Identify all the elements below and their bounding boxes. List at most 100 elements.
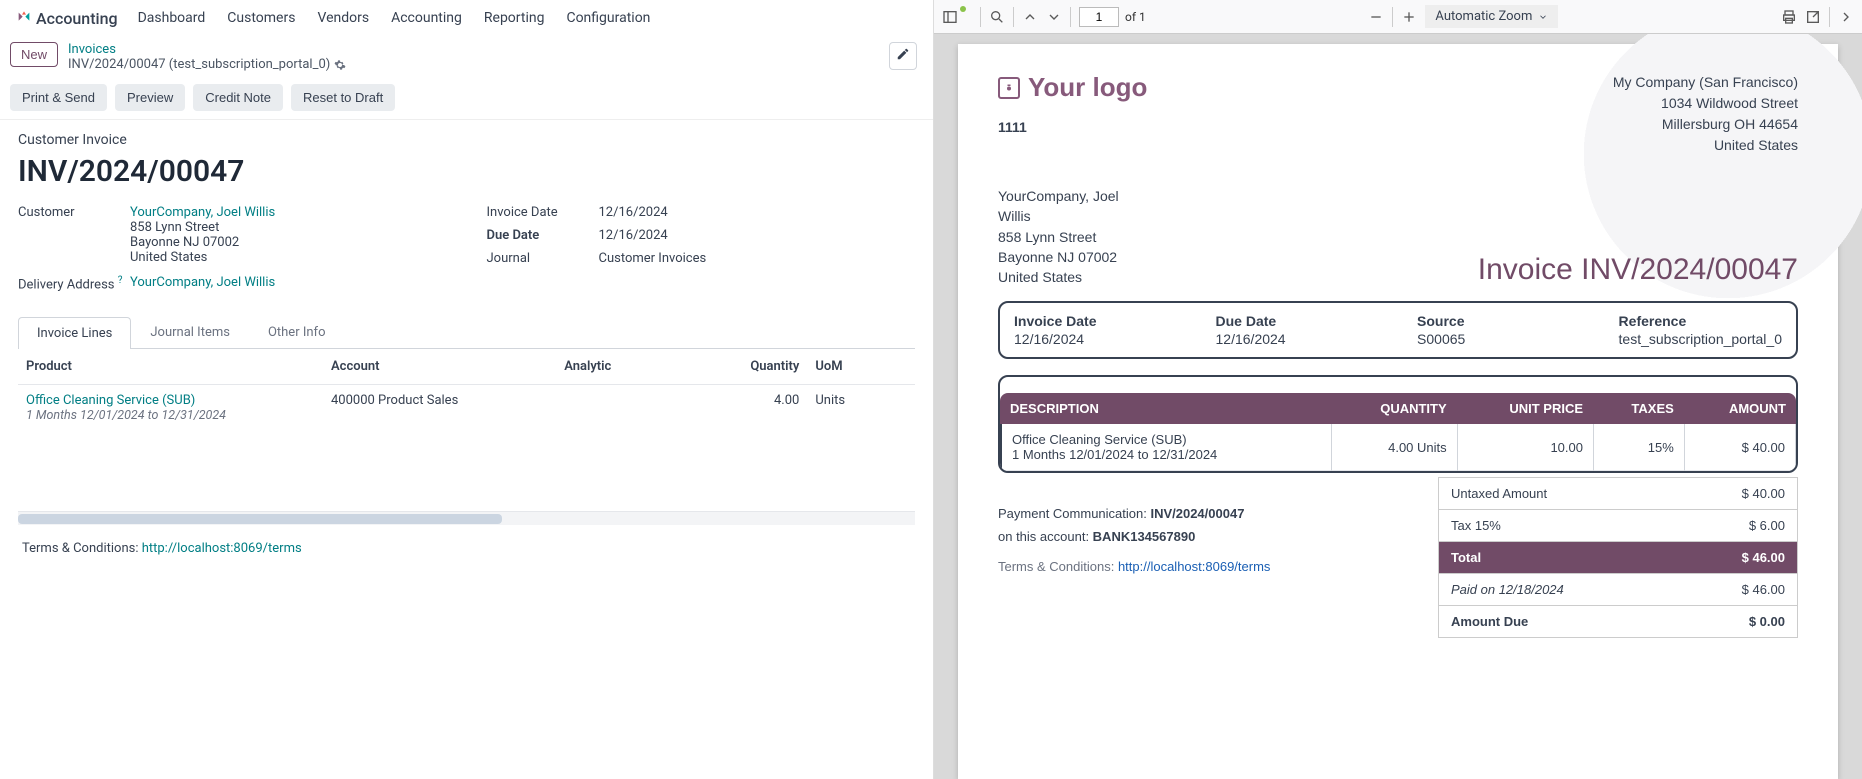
terms-link[interactable]: http://localhost:8069/terms <box>142 541 302 556</box>
chevron-down-icon <box>1538 12 1548 22</box>
page-count-label: of 1 <box>1125 10 1146 24</box>
paid-value: $ 46.00 <box>1742 582 1785 597</box>
search-icon[interactable] <box>989 9 1005 25</box>
breadcrumb: Invoices INV/2024/00047 (test_subscripti… <box>68 42 346 72</box>
tax-value: $ 6.00 <box>1749 518 1785 533</box>
bill-line: YourCompany, Joel <box>998 186 1119 206</box>
customer-link[interactable]: YourCompany, Joel Willis <box>130 205 275 220</box>
breadcrumb-current: INV/2024/00047 (test_subscription_portal… <box>68 57 346 72</box>
info-reference-label: Reference <box>1619 313 1782 329</box>
due-date-label: Due Date <box>487 228 599 243</box>
terms-row: Terms & Conditions: http://localhost:806… <box>18 525 915 572</box>
line-description: 1 Months 12/01/2024 to 12/31/2024 <box>26 408 315 423</box>
terms-label: Terms & Conditions: <box>22 541 142 556</box>
tab-journal-items[interactable]: Journal Items <box>131 316 249 348</box>
doc-title: INV/2024/00047 <box>18 154 915 189</box>
help-icon[interactable]: ? <box>118 275 123 286</box>
pdf-terms: Terms & Conditions: http://localhost:806… <box>998 556 1418 578</box>
open-external-icon[interactable] <box>1805 9 1821 25</box>
line-uom: Units <box>807 385 915 432</box>
table-row[interactable]: Office Cleaning Service (SUB) 1 Months 1… <box>18 385 915 432</box>
pdf-line-table: DESCRIPTION QUANTITY UNIT PRICE TAXES AM… <box>1000 393 1796 471</box>
paycomm-label: Payment Communication: <box>998 506 1150 521</box>
next-page-icon[interactable] <box>1046 9 1062 25</box>
pdf-logo-text: Your logo <box>1028 72 1147 103</box>
zoom-in-icon[interactable] <box>1401 9 1417 25</box>
print-icon[interactable] <box>1781 9 1797 25</box>
app-title: Accounting <box>36 9 118 28</box>
info-invoice-date-value: 12/16/2024 <box>1014 331 1156 347</box>
info-due-date-label: Due Date <box>1216 313 1358 329</box>
nav-accounting[interactable]: Accounting <box>391 10 462 26</box>
new-button[interactable]: New <box>10 42 58 67</box>
pdf-terms-link[interactable]: http://localhost:8069/terms <box>1118 559 1270 574</box>
pdf-line-product: Office Cleaning Service (SUB) <box>1012 432 1321 447</box>
print-send-button[interactable]: Print & Send <box>10 84 107 111</box>
col-quantity[interactable]: Quantity <box>700 349 808 385</box>
tab-invoice-lines[interactable]: Invoice Lines <box>18 317 131 349</box>
pdf-viewport[interactable]: Your logo 1111 My Company (San Francisco… <box>934 34 1862 779</box>
preview-button[interactable]: Preview <box>115 84 185 111</box>
pdf-line-price: 10.00 <box>1457 424 1593 471</box>
nav-customers[interactable]: Customers <box>227 10 295 26</box>
amount-due-value: $ 0.00 <box>1749 614 1785 629</box>
nav-dashboard[interactable]: Dashboard <box>138 10 206 26</box>
info-reference-value: test_subscription_portal_0 <box>1619 331 1782 347</box>
pdf-col-taxes: TAXES <box>1593 393 1684 424</box>
pdf-line-qty: 4.00 Units <box>1331 424 1457 471</box>
col-analytic[interactable]: Analytic <box>556 349 700 385</box>
delivery-link[interactable]: YourCompany, Joel Willis <box>130 275 275 290</box>
edit-button[interactable] <box>889 42 917 70</box>
line-product-link[interactable]: Office Cleaning Service (SUB) <box>26 393 315 408</box>
onaccount-value: BANK134567890 <box>1093 529 1196 544</box>
breadcrumb-link-invoices[interactable]: Invoices <box>68 42 346 57</box>
nav-reporting[interactable]: Reporting <box>484 10 545 26</box>
col-uom[interactable]: UoM <box>807 349 915 385</box>
notification-dot <box>960 6 966 12</box>
bill-line: 858 Lynn Street <box>998 227 1119 247</box>
app-logo[interactable]: Accounting <box>16 9 118 28</box>
horizontal-scrollbar[interactable] <box>18 511 915 525</box>
sidebar-toggle-icon[interactable] <box>942 9 958 25</box>
invoice-date-value: 12/16/2024 <box>599 205 668 220</box>
zoom-select[interactable]: Automatic Zoom <box>1425 5 1558 28</box>
delivery-label: Delivery Address ? <box>18 275 130 292</box>
pdf-col-amount: AMOUNT <box>1684 393 1796 424</box>
gear-icon[interactable] <box>334 59 346 71</box>
pdf-payment-info: Payment Communication: INV/2024/00047 on… <box>998 477 1418 638</box>
form-sheet: Customer Invoice INV/2024/00047 Customer… <box>0 119 933 779</box>
invoice-date-label: Invoice Date <box>487 205 599 220</box>
form-col-right: Invoice Date 12/16/2024 Due Date 12/16/2… <box>487 205 916 300</box>
col-product[interactable]: Product <box>18 349 323 385</box>
credit-note-button[interactable]: Credit Note <box>193 84 283 111</box>
bill-line: Bayonne NJ 07002 <box>998 247 1119 267</box>
company-address: My Company (San Francisco) 1034 Wildwood… <box>1613 72 1798 156</box>
pdf-col-quantity: QUANTITY <box>1331 393 1457 424</box>
company-line: My Company (San Francisco) <box>1613 72 1798 93</box>
prev-page-icon[interactable] <box>1022 9 1038 25</box>
zoom-out-icon[interactable] <box>1368 9 1384 25</box>
col-account[interactable]: Account <box>323 349 556 385</box>
zoom-select-label: Automatic Zoom <box>1435 9 1532 24</box>
pdf-line-desc: 1 Months 12/01/2024 to 12/31/2024 <box>1012 447 1321 462</box>
page-number-input[interactable] <box>1079 7 1119 27</box>
info-source-label: Source <box>1417 313 1559 329</box>
app-pane: Accounting Dashboard Customers Vendors A… <box>0 0 934 779</box>
nav-configuration[interactable]: Configuration <box>566 10 650 26</box>
bill-to-address: YourCompany, Joel Willis 858 Lynn Street… <box>998 186 1119 287</box>
due-date-value: 12/16/2024 <box>599 228 668 243</box>
customer-addr-line: United States <box>130 250 275 265</box>
reset-draft-button[interactable]: Reset to Draft <box>291 84 395 111</box>
bill-line: Willis <box>998 206 1119 226</box>
doc-type-label: Customer Invoice <box>18 132 915 148</box>
pdf-line-row: Office Cleaning Service (SUB) 1 Months 1… <box>1000 424 1796 471</box>
nav-vendors[interactable]: Vendors <box>317 10 369 26</box>
line-analytic <box>556 385 700 432</box>
amount-due-label: Amount Due <box>1451 614 1528 629</box>
untaxed-label: Untaxed Amount <box>1451 486 1547 501</box>
chevron-right-icon[interactable] <box>1838 9 1854 25</box>
tab-other-info[interactable]: Other Info <box>249 316 345 348</box>
pdf-col-unit-price: UNIT PRICE <box>1457 393 1593 424</box>
info-invoice-date-label: Invoice Date <box>1014 313 1156 329</box>
pdf-logo: Your logo <box>998 72 1147 103</box>
